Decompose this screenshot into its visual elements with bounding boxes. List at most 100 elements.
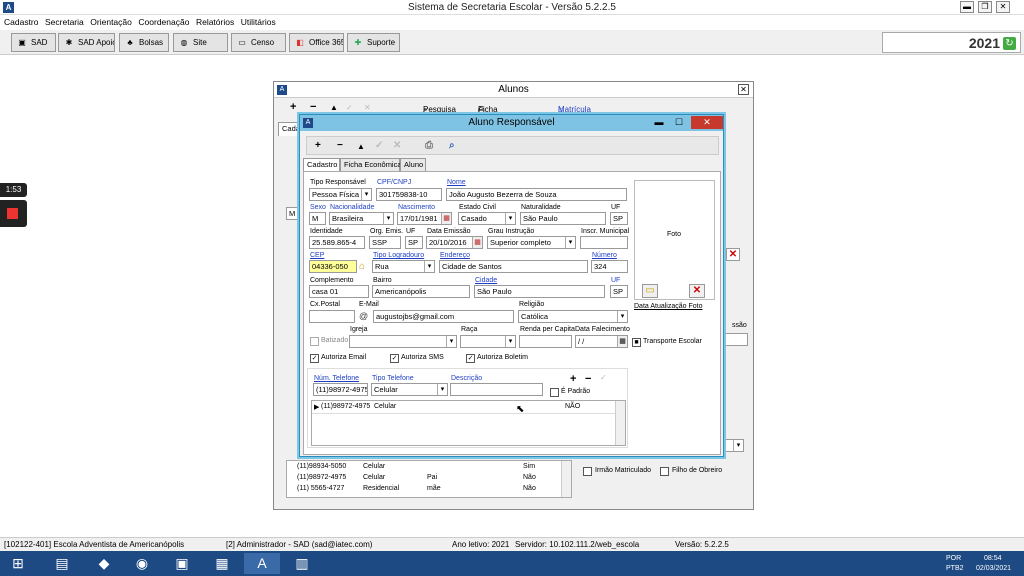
taskbar-app-2-icon[interactable]: ◆	[86, 553, 122, 574]
windows-start-icon[interactable]: ⊞	[0, 553, 36, 574]
remove-icon[interactable]: −	[310, 101, 316, 113]
suporte-button[interactable]: ✚ Suporte	[347, 33, 400, 52]
close-button[interactable]: ✕	[996, 1, 1010, 13]
autoriza-boletim-checkbox[interactable]: ✓	[466, 354, 475, 363]
grid-scrollbar[interactable]	[561, 461, 571, 497]
menu-utilitarios[interactable]: Utilitários	[241, 15, 276, 29]
cancel-icon[interactable]: ✕	[364, 103, 371, 112]
confirm-phone-icon[interactable]: ✓	[600, 373, 607, 382]
table-row[interactable]: (11) 5565-4727	[297, 485, 344, 492]
sad-taskbar-icon[interactable]: A	[244, 553, 280, 574]
estado-civil-select[interactable]: Casado ▾	[458, 212, 516, 225]
inscr-municipal-field[interactable]	[580, 236, 628, 249]
uf-cidade-field[interactable]: SP	[610, 285, 628, 298]
nacionalidade-select[interactable]: Brasileira ▾	[329, 212, 394, 225]
transporte-checkbox[interactable]: ■	[632, 338, 641, 347]
tipo-logradouro-select[interactable]: Rua ▾	[372, 260, 435, 273]
phones-scrollbar[interactable]	[615, 401, 625, 445]
house-icon[interactable]: ⌂	[359, 260, 370, 273]
tray-time[interactable]: 08:54	[984, 555, 1002, 562]
add-icon[interactable]: +	[290, 101, 296, 113]
folder-icon[interactable]: ▭	[642, 284, 658, 298]
add-icon[interactable]: +	[315, 140, 321, 151]
dialog-close-button[interactable]: ✕	[691, 116, 723, 129]
tab-cadastro[interactable]: Cadastro	[303, 158, 340, 172]
endereco-field[interactable]: Cidade de Santos	[439, 260, 588, 273]
table-row[interactable]: (11)98972-4975	[321, 403, 370, 410]
menu-orientacao[interactable]: Orientação	[90, 15, 132, 29]
org-emis-field[interactable]: SSP	[369, 236, 401, 249]
site-button[interactable]: ◍ Site	[173, 33, 228, 52]
tray-kbd[interactable]: PTB2	[946, 565, 964, 572]
taskbar-app-1-icon[interactable]: ▤	[44, 553, 80, 574]
stop-recording-button[interactable]	[0, 200, 27, 227]
cpf-field[interactable]: 301759838-10	[376, 188, 442, 201]
religiao-select[interactable]: Católica ▾	[518, 310, 628, 323]
numero-field[interactable]: 324	[591, 260, 628, 273]
data-emissao-field[interactable]: 20/10/2016 ▦	[426, 236, 483, 249]
up-icon[interactable]: ▲	[330, 103, 338, 112]
remove-phone-icon[interactable]: −	[585, 373, 591, 385]
office365-button[interactable]: ◧ Office 365	[289, 33, 344, 52]
email-field[interactable]: augustojbs@gmail.com	[373, 310, 514, 323]
filho-checkbox[interactable]	[660, 467, 669, 476]
complemento-field[interactable]: casa 01	[309, 285, 369, 298]
sad-apoio-button[interactable]: ✱ SAD Apoio	[58, 33, 115, 52]
naturalidade-field[interactable]: São Paulo	[520, 212, 606, 225]
tray-date[interactable]: 02/03/2021	[976, 565, 1011, 572]
search-icon[interactable]: ⌕	[449, 140, 455, 151]
alunos-delete-photo-button[interactable]: ✕	[726, 248, 740, 261]
cep-field[interactable]: 04336-050	[309, 260, 357, 273]
dialog-minimize-button[interactable]: ▬	[649, 116, 669, 129]
menu-cadastro[interactable]: Cadastro	[4, 15, 39, 29]
bairro-field[interactable]: Americanópolis	[372, 285, 470, 298]
batizado-checkbox[interactable]	[310, 337, 319, 346]
cancel-icon[interactable]: ✕	[393, 140, 401, 151]
igreja-select[interactable]: ▾	[349, 335, 457, 348]
confirm-icon[interactable]: ✓	[375, 140, 383, 151]
num-telefone-field[interactable]: (11)98972-4975	[313, 383, 368, 396]
censo-button[interactable]: ▭ Censo	[231, 33, 286, 52]
sexo-field[interactable]: M	[309, 212, 326, 225]
taskbar-app-4-icon[interactable]: ▣	[164, 553, 200, 574]
add-phone-icon[interactable]: +	[570, 373, 576, 385]
tab-ficha-economica[interactable]: Ficha Econômica	[340, 158, 402, 171]
alunos-close-button[interactable]: ✕	[738, 84, 749, 95]
delete-photo-icon[interactable]: ✕	[689, 284, 705, 298]
up-icon[interactable]: ▲	[357, 142, 365, 151]
nome-field[interactable]: João Augusto Bezerra de Souza	[446, 188, 627, 201]
grau-instrucao-select[interactable]: Superior completo ▾	[487, 236, 576, 249]
cidade-field[interactable]: São Paulo	[474, 285, 605, 298]
tipo-telefone-select[interactable]: Celular ▾	[371, 383, 448, 396]
autoriza-email-checkbox[interactable]: ✓	[310, 354, 319, 363]
tab-aluno[interactable]: Aluno	[400, 158, 426, 171]
table-row[interactable]: (11)98972-4975	[297, 474, 346, 481]
autoriza-sms-checkbox[interactable]: ✓	[390, 354, 399, 363]
menu-relatorios[interactable]: Relatórios	[196, 15, 234, 29]
identidade-field[interactable]: 25.589.865-4	[309, 236, 365, 249]
renda-field[interactable]	[519, 335, 572, 348]
refresh-icon[interactable]: ↻	[1003, 37, 1016, 50]
falecimento-field[interactable]: / / ▦	[575, 335, 628, 348]
confirm-icon[interactable]: ✓	[346, 103, 353, 112]
uf-emis-field[interactable]: SP	[405, 236, 423, 249]
descricao-field[interactable]	[450, 383, 543, 396]
remove-icon[interactable]: −	[337, 140, 343, 151]
alunos-field-m[interactable]: M	[286, 207, 300, 220]
uf-field[interactable]: SP	[610, 212, 628, 225]
bolsas-button[interactable]: ♣ Bolsas	[119, 33, 169, 52]
tipo-responsavel-select[interactable]: Pessoa Física ▾	[309, 188, 372, 201]
taskbar-app-7-icon[interactable]: ▥	[284, 553, 320, 574]
menu-secretaria[interactable]: Secretaria	[45, 15, 84, 29]
year-selector[interactable]: 2021 ↻	[882, 32, 1021, 53]
chrome-icon[interactable]: ◉	[124, 553, 160, 574]
minimize-button[interactable]: ▬	[960, 1, 974, 13]
nascimento-field[interactable]: 17/01/1981 ▦	[397, 212, 452, 225]
e-padrao-checkbox[interactable]	[550, 388, 559, 397]
raca-select[interactable]: ▾	[460, 335, 516, 348]
tray-lang[interactable]: POR	[946, 555, 961, 562]
table-row[interactable]: (11)98934-5050	[297, 463, 346, 470]
photo-box[interactable]: Foto	[634, 180, 715, 300]
menu-coordenacao[interactable]: Coordenação	[138, 15, 189, 29]
irmao-checkbox[interactable]	[583, 467, 592, 476]
